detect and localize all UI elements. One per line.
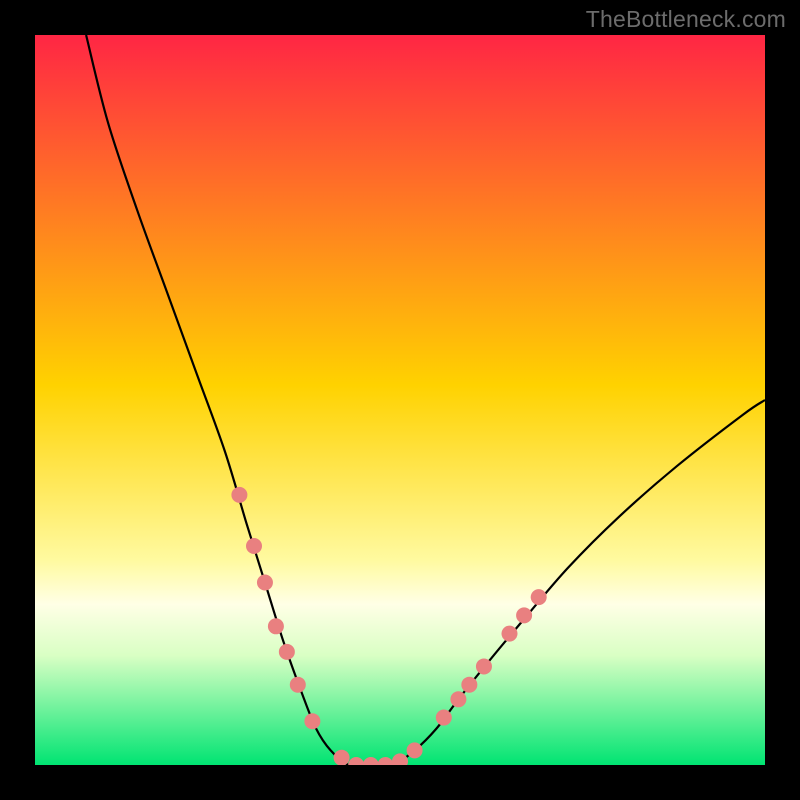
marker-point [231,487,247,503]
marker-point [436,710,452,726]
plot-background [35,35,765,765]
marker-point [246,538,262,554]
marker-point [407,742,423,758]
marker-point [268,618,284,634]
marker-point [334,750,350,766]
marker-point [502,626,518,642]
marker-point [516,607,532,623]
marker-point [531,589,547,605]
marker-point [450,691,466,707]
chart-frame: TheBottleneck.com [0,0,800,800]
marker-point [279,644,295,660]
marker-point [461,677,477,693]
marker-point [304,713,320,729]
marker-point [476,658,492,674]
marker-point [290,677,306,693]
watermark-text: TheBottleneck.com [586,6,786,33]
marker-point [257,575,273,591]
bottleneck-chart [0,0,800,800]
